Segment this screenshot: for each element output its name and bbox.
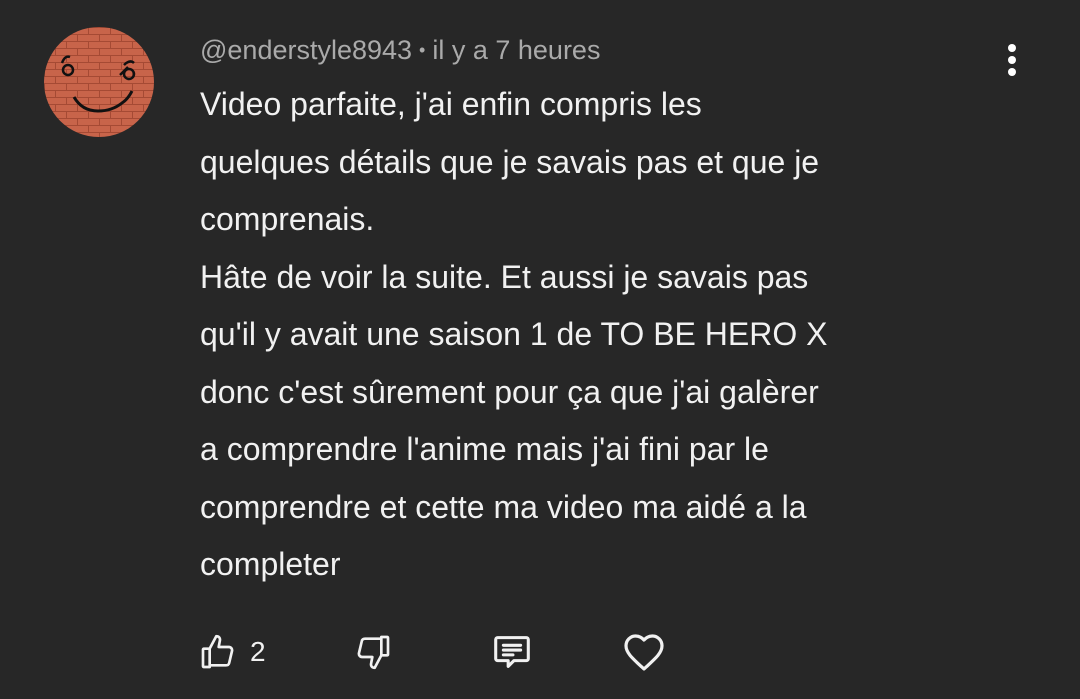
meta-separator: •: [419, 39, 426, 60]
thumbs-down-icon: [357, 635, 390, 670]
comment-line: qu'il y avait une saison 1 de TO BE HERO…: [200, 316, 828, 352]
more-vert-icon: [1008, 44, 1016, 52]
comment-text: Video parfaite, j'ai enfin compris les q…: [200, 76, 1000, 594]
more-vert-icon-dot: [1008, 68, 1016, 76]
comment-actions: 2: [0, 628, 1080, 676]
comment-line: donc c'est sûrement pour ça que j'ai gal…: [200, 373, 819, 410]
heart-icon: [624, 634, 664, 671]
like-button[interactable]: 2: [198, 628, 266, 676]
comment-author[interactable]: @enderstyle8943: [200, 35, 412, 66]
comment-line: Video parfaite, j'ai enfin compris les: [200, 86, 702, 122]
comment-line: Hâte de voir la suite. Et aussi je savai…: [200, 258, 809, 295]
comment-line: quelques détails que je savais pas et qu…: [200, 143, 820, 180]
like-count: 2: [250, 636, 266, 667]
comment-meta: @enderstyle8943 • il y a 7 heures: [200, 30, 600, 70]
thumbs-up-icon: [201, 634, 234, 669]
comment-line: completer: [200, 546, 341, 582]
dislike-button[interactable]: [353, 628, 393, 676]
heart-button[interactable]: [620, 628, 668, 676]
reply-comment-icon: [494, 636, 530, 668]
comment-line: a comprendre l'anime mais j'ai fini par …: [200, 431, 769, 467]
comment-timestamp[interactable]: il y a 7 heures: [432, 35, 600, 66]
brick-wall-face-avatar: [44, 27, 154, 137]
avatar[interactable]: [44, 27, 154, 137]
comment-line: comprenais.: [200, 201, 375, 237]
comment-line: comprendre et cette ma video ma aidé a l…: [200, 488, 807, 525]
reply-button[interactable]: [489, 628, 535, 676]
more-vert-icon-dot: [1008, 56, 1016, 64]
